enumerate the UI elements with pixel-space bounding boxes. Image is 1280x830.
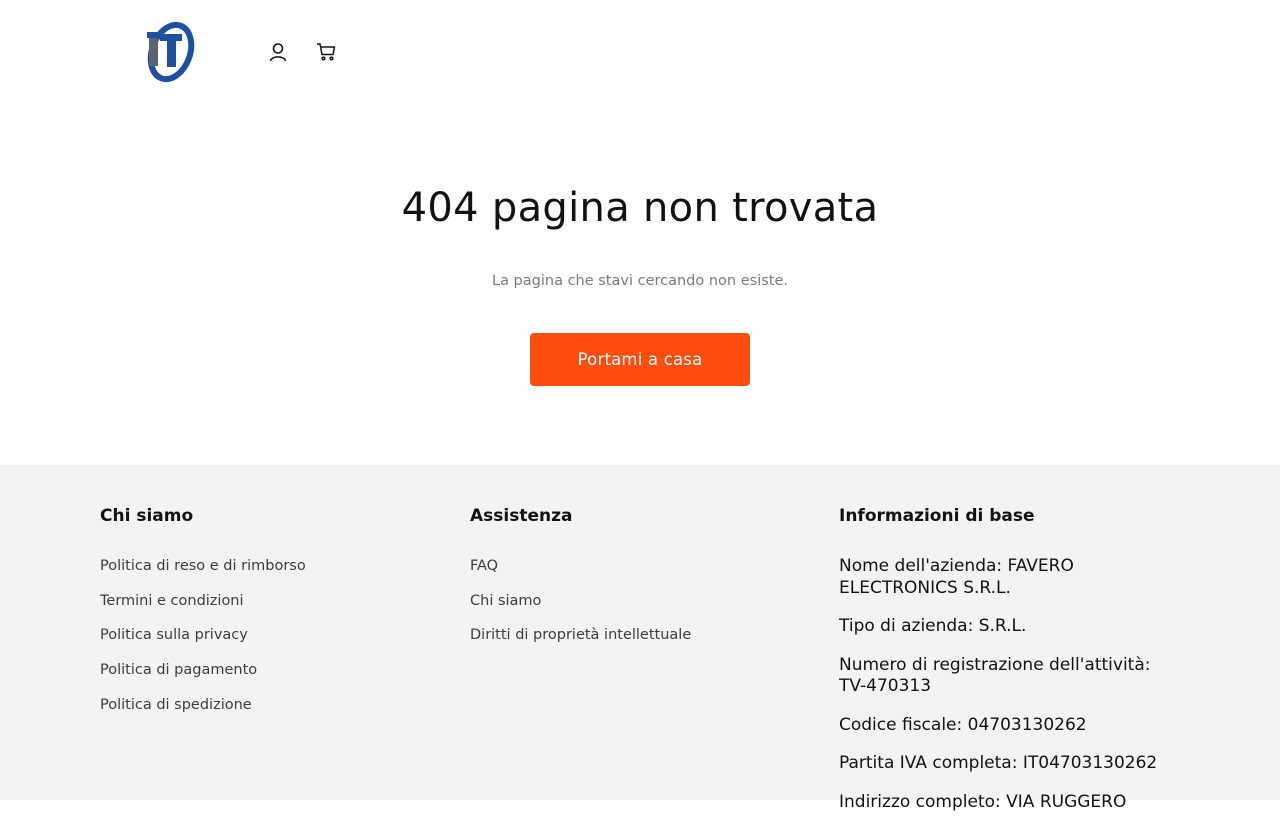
page-subtitle: La pagina che stavi cercando non esiste. [491, 273, 789, 289]
logo[interactable] [143, 20, 197, 84]
cart-icon [317, 43, 336, 61]
logo-icon [147, 21, 195, 83]
footer-links: FAQ Chi siamo Diritti di proprietà intel… [470, 556, 800, 660]
site-footer: Chi siamo Politica di reso e di rimborso… [0, 465, 1280, 812]
footer-link-ip-rights[interactable]: Diritti di proprietà intellettuale [470, 625, 800, 660]
home-button[interactable]: Portami a casa [530, 333, 750, 386]
user-icon [269, 43, 287, 62]
footer-links: Politica di reso e di rimborso Termini e… [100, 556, 430, 729]
not-found-section: 404 pagina non trovata La pagina che sta… [0, 104, 1280, 465]
footer-link-refund-policy[interactable]: Politica di reso e di rimborso [100, 556, 430, 591]
footer-link-privacy[interactable]: Politica sulla privacy [100, 625, 430, 660]
footer-col-about: Chi siamo Politica di reso e di rimborso… [100, 505, 430, 729]
company-name: Nome dell'azienda: FAVERO ELECTRONICS S.… [839, 556, 1074, 598]
footer-heading: Chi siamo [100, 506, 194, 526]
footer-link-payment[interactable]: Politica di pagamento [100, 660, 430, 695]
company-tax-code: Codice fiscale: 04703130262 [839, 714, 1087, 735]
company-info-list: Nome dell'azienda: FAVERO ELECTRONICS S.… [839, 556, 1169, 813]
footer-col-company-info: Informazioni di base Nome dell'azienda: … [839, 505, 1169, 830]
company-address: Indirizzo completo: VIA RUGGERO [839, 791, 1127, 812]
footer-heading: Assistenza [470, 506, 573, 526]
footer-link-faq[interactable]: FAQ [470, 556, 800, 591]
company-type: Tipo di azienda: S.R.L. [839, 616, 1027, 636]
company-registration: Numero di registrazione dell'attività: T… [839, 654, 1151, 697]
cart-button[interactable] [312, 38, 340, 66]
footer-heading: Informazioni di base [839, 506, 1035, 526]
page-title: 404 pagina non trovata [401, 185, 879, 231]
footer-link-terms[interactable]: Termini e condizioni [100, 591, 430, 626]
company-vat: Partita IVA completa: IT04703130262 [839, 753, 1158, 773]
site-header [0, 0, 1280, 104]
account-button[interactable] [264, 38, 292, 66]
footer-col-support: Assistenza FAQ Chi siamo Diritti di prop… [470, 505, 800, 660]
footer-link-about[interactable]: Chi siamo [470, 591, 800, 626]
footer-link-shipping[interactable]: Politica di spedizione [100, 695, 430, 730]
